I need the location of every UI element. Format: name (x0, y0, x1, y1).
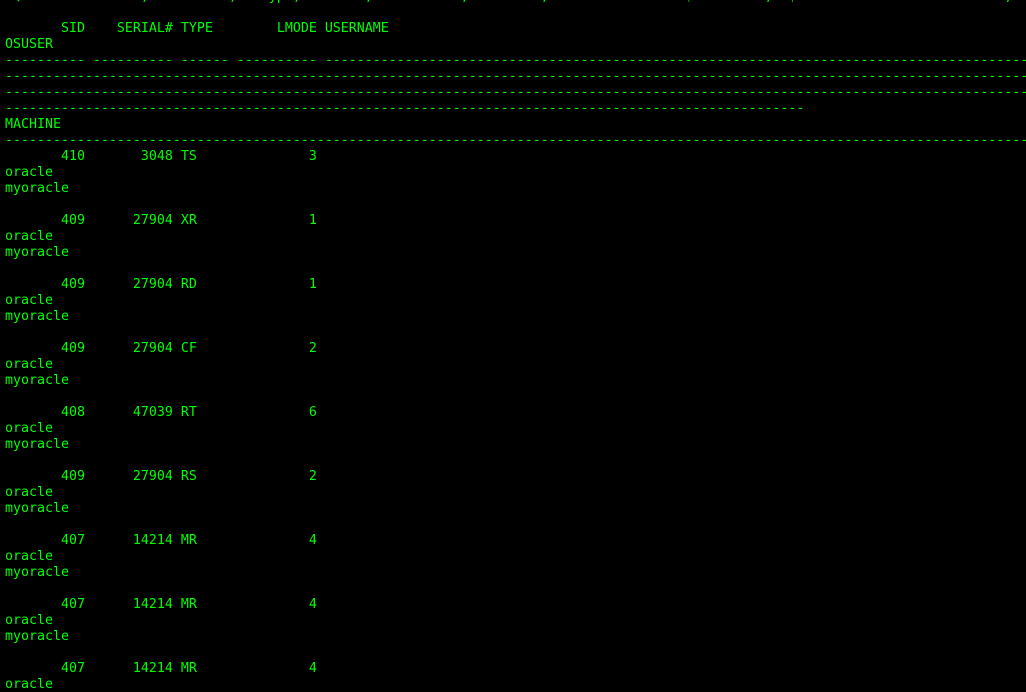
terminal-line: 408 47039 RT 6 (5, 405, 317, 420)
terminal-line: 407 14214 MR 4 (5, 533, 317, 548)
terminal-line: oracle (5, 229, 53, 244)
terminal-line: OSUSER (5, 37, 53, 52)
terminal-window[interactable]: SQL> SELECT s.sid, s.serial#, l.type, l.… (0, 0, 1026, 692)
terminal-line: oracle (5, 421, 53, 436)
terminal-line: myoracle (5, 245, 69, 260)
terminal-line: myoracle (5, 437, 69, 452)
terminal-line: myoracle (5, 309, 69, 324)
terminal-line: ----------------------------------------… (5, 85, 1026, 100)
terminal-output: SQL> SELECT s.sid, s.serial#, l.type, l.… (5, 0, 1026, 692)
terminal-line: ----------------------------------------… (5, 133, 1026, 148)
terminal-line: myoracle (5, 501, 69, 516)
terminal-line: myoracle (5, 629, 69, 644)
terminal-line: oracle (5, 357, 53, 372)
terminal-line: myoracle (5, 565, 69, 580)
terminal-line: 410 3048 TS 3 (5, 149, 317, 164)
terminal-line: oracle (5, 293, 53, 308)
terminal-line: ----------------------------------------… (5, 69, 1026, 84)
terminal-line: 407 14214 MR 4 (5, 597, 317, 612)
terminal-line: myoracle (5, 181, 69, 196)
terminal-line: oracle (5, 677, 53, 692)
terminal-line: SQL> SELECT s.sid, s.serial#, l.type, l.… (5, 0, 1026, 5)
terminal-line: 407 14214 MR 4 (5, 661, 317, 676)
terminal-line: oracle (5, 485, 53, 500)
terminal-line: oracle (5, 165, 53, 180)
terminal-line: myoracle (5, 373, 69, 388)
terminal-line: 409 27904 XR 1 (5, 213, 317, 228)
terminal-line: oracle (5, 549, 53, 564)
terminal-line: 409 27904 CF 2 (5, 341, 317, 356)
terminal-line: SID SERIAL# TYPE LMODE USERNAME (5, 21, 389, 36)
terminal-line: 409 27904 RS 2 (5, 469, 317, 484)
terminal-line: oracle (5, 613, 53, 628)
terminal-line: MACHINE (5, 117, 61, 132)
terminal-line: ---------- ---------- ------ ---------- … (5, 53, 1026, 68)
terminal-line: 409 27904 RD 1 (5, 277, 317, 292)
terminal-line: ----------------------------------------… (5, 101, 805, 116)
